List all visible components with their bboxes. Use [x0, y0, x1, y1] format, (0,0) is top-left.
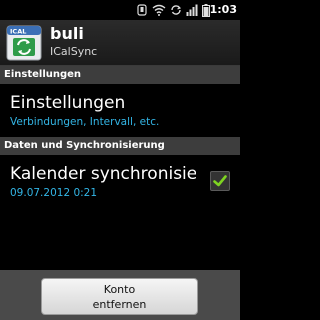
sync-icon — [171, 5, 182, 15]
remove-account-label-line2: entfernen — [92, 298, 147, 311]
calendar-sync-preference[interactable]: Kalender synchronisieren 09.07.2012 0:21 — [0, 155, 240, 209]
icalsync-app-icon: ICAL — [6, 25, 42, 61]
remove-account-button[interactable]: Konto entfernen — [41, 278, 198, 315]
svg-text:ICAL: ICAL — [10, 28, 26, 36]
section-header-settings: Einstellungen — [0, 66, 240, 84]
status-icons — [136, 3, 210, 17]
usb-debug-icon — [137, 4, 147, 16]
calendar-sync-title: Kalender synchronisieren — [10, 164, 196, 184]
settings-preference-title: Einstellungen — [10, 93, 126, 113]
calendar-sync-summary: 09.07.2012 0:21 — [10, 187, 98, 199]
checkmark-icon — [213, 175, 227, 187]
status-clock: 1:03 — [209, 3, 237, 16]
remove-account-label-line1: Konto — [103, 283, 136, 296]
section-header-data-sync: Daten und Synchronisierung — [0, 137, 240, 155]
account-name: buli — [50, 24, 84, 43]
settings-preference-summary: Verbindungen, Intervall, etc. — [10, 116, 160, 128]
account-header: ICAL buli ICalSync — [0, 20, 240, 66]
status-bar: 1:03 — [0, 0, 240, 20]
signal-icon — [186, 4, 198, 16]
calendar-sync-checkbox[interactable] — [210, 171, 230, 191]
wifi-icon — [152, 4, 166, 16]
settings-preference[interactable]: Einstellungen Verbindungen, Intervall, e… — [0, 84, 240, 136]
bottom-action-bar: Konto entfernen — [0, 270, 240, 320]
account-type: ICalSync — [50, 45, 98, 58]
